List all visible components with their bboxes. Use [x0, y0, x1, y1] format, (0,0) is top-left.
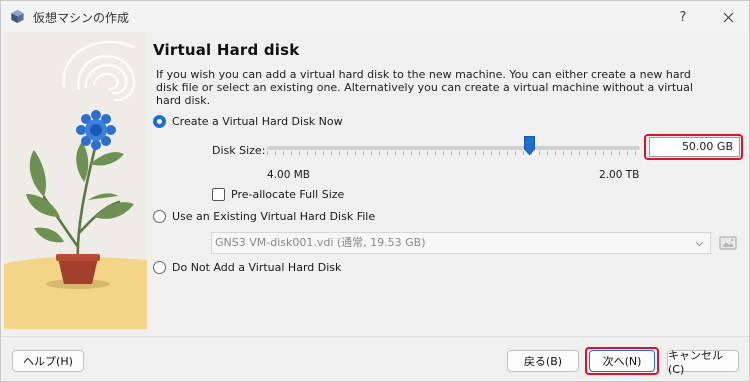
no-disk-option[interactable]: Do Not Add a Virtual Hard Disk [153, 261, 341, 274]
cancel-button-label: キャンセル(C) [668, 348, 723, 376]
button-bar-separator [1, 336, 749, 337]
page-title: Virtual Hard disk [153, 41, 300, 59]
folder-image-icon [719, 236, 737, 249]
close-icon [723, 12, 733, 22]
choose-disk-file-button[interactable] [716, 231, 740, 253]
disk-size-slider-ticks [267, 151, 640, 155]
plant-illustration [4, 32, 147, 329]
use-existing-label: Use an Existing Virtual Hard Disk File [172, 210, 376, 223]
close-button[interactable] [706, 4, 750, 30]
back-button-label: 戻る(B) [523, 355, 563, 368]
disk-size-label: Disk Size: [212, 144, 266, 157]
slider-max-label: 2.00 TB [599, 169, 640, 181]
use-existing-option[interactable]: Use an Existing Virtual Hard Disk File [153, 210, 375, 223]
page-description: If you wish you can add a virtual hard d… [156, 68, 693, 107]
wizard-illustration [4, 32, 147, 329]
virtualbox-icon [11, 9, 24, 24]
create-disk-option[interactable]: Create a Virtual Hard Disk Now [153, 115, 343, 128]
use-existing-radio[interactable] [153, 210, 166, 223]
help-title-button[interactable]: ? [661, 4, 705, 30]
slider-min-label: 4.00 MB [267, 169, 310, 181]
create-disk-radio[interactable] [153, 115, 166, 128]
no-disk-radio[interactable] [153, 261, 166, 274]
next-button[interactable]: 次へ(N) [589, 350, 655, 372]
disk-size-slider-track[interactable] [267, 146, 640, 150]
existing-disk-value: GNS3 VM-disk001.vdi (通常, 19.53 GB) [215, 236, 426, 249]
create-disk-label: Create a Virtual Hard Disk Now [172, 115, 343, 128]
create-vm-dialog: 仮想マシンの作成 ? Virtual Hard disk If you wish… [0, 0, 750, 382]
back-button[interactable]: 戻る(B) [507, 350, 579, 372]
window-title: 仮想マシンの作成 [33, 11, 130, 25]
title-bar: 仮想マシンの作成 ? [1, 1, 749, 32]
cancel-button[interactable]: キャンセル(C) [667, 349, 739, 376]
preallocate-label: Pre-allocate Full Size [231, 188, 345, 201]
chevron-down-icon [695, 241, 704, 247]
preallocate-option[interactable]: Pre-allocate Full Size [212, 188, 344, 201]
no-disk-label: Do Not Add a Virtual Hard Disk [172, 261, 342, 274]
next-button-label: 次へ(N) [602, 355, 642, 368]
existing-disk-select[interactable]: GNS3 VM-disk001.vdi (通常, 19.53 GB) [211, 232, 711, 254]
help-button-label: ヘルプ(H) [23, 355, 73, 368]
help-button[interactable]: ヘルプ(H) [12, 350, 84, 372]
preallocate-checkbox[interactable] [212, 188, 225, 201]
disk-size-input[interactable]: 50.00 GB [649, 137, 740, 157]
disk-size-slider-handle[interactable] [524, 136, 535, 155]
help-glyph: ? [679, 9, 687, 25]
